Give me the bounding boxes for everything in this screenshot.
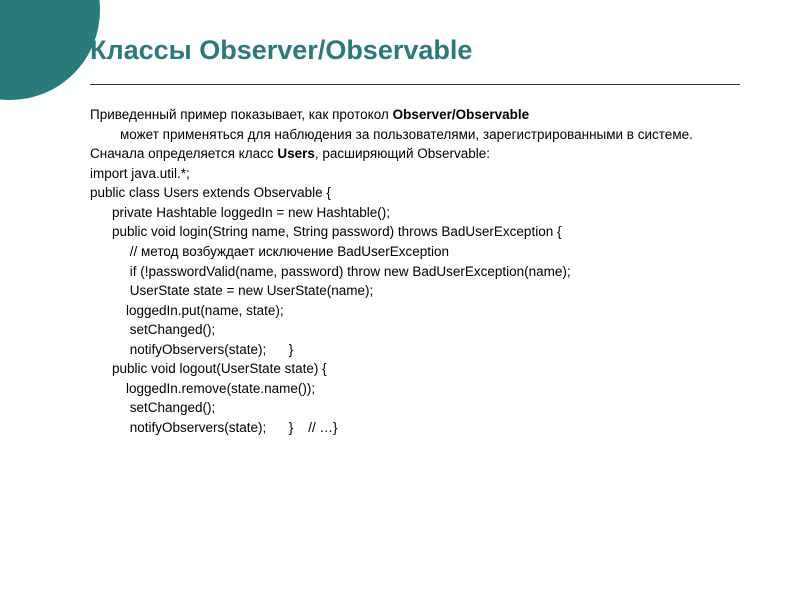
code-l2: public class Users extends Observable { xyxy=(90,183,740,203)
code-l9: setChanged(); xyxy=(90,320,740,340)
code-l11: public void logout(UserState state) { xyxy=(90,359,740,379)
intro-text: Приведенный пример показывает, как прото… xyxy=(90,105,740,125)
code-l13: setChanged(); xyxy=(90,398,740,418)
line2: Сначала определяется класс Users, расшир… xyxy=(90,144,740,164)
slide-content: Приведенный пример показывает, как прото… xyxy=(90,105,740,438)
line2-bold: Users xyxy=(277,146,315,161)
code-l10: notifyObservers(state); } xyxy=(90,340,740,360)
line2-part1: Сначала определяется класс xyxy=(90,146,277,161)
intro-part1: Приведенный пример показывает, как прото… xyxy=(90,107,393,122)
slide-title: Классы Observer/Observable xyxy=(90,35,740,66)
intro-continuation: может применяться для наблюдения за поль… xyxy=(90,125,740,145)
title-divider xyxy=(90,84,740,85)
code-l4: public void login(String name, String pa… xyxy=(90,222,740,242)
slide-container: Классы Observer/Observable Приведенный п… xyxy=(0,0,800,458)
code-l1: import java.util.*; xyxy=(90,164,740,184)
line2-part2: , расширяющий Observable: xyxy=(315,146,490,161)
code-l5: // метод возбуждает исключение BadUserEx… xyxy=(90,242,740,262)
code-l8: loggedIn.put(name, state); xyxy=(90,301,740,321)
code-l14: notifyObservers(state); } // …} xyxy=(90,418,740,438)
intro-bold: Observer/Observable xyxy=(393,107,530,122)
code-l3: private Hashtable loggedIn = new Hashtab… xyxy=(90,203,740,223)
code-l6: if (!passwordValid(name, password) throw… xyxy=(90,262,740,282)
code-l7: UserState state = new UserState(name); xyxy=(90,281,740,301)
code-l12: loggedIn.remove(state.name()); xyxy=(90,379,740,399)
